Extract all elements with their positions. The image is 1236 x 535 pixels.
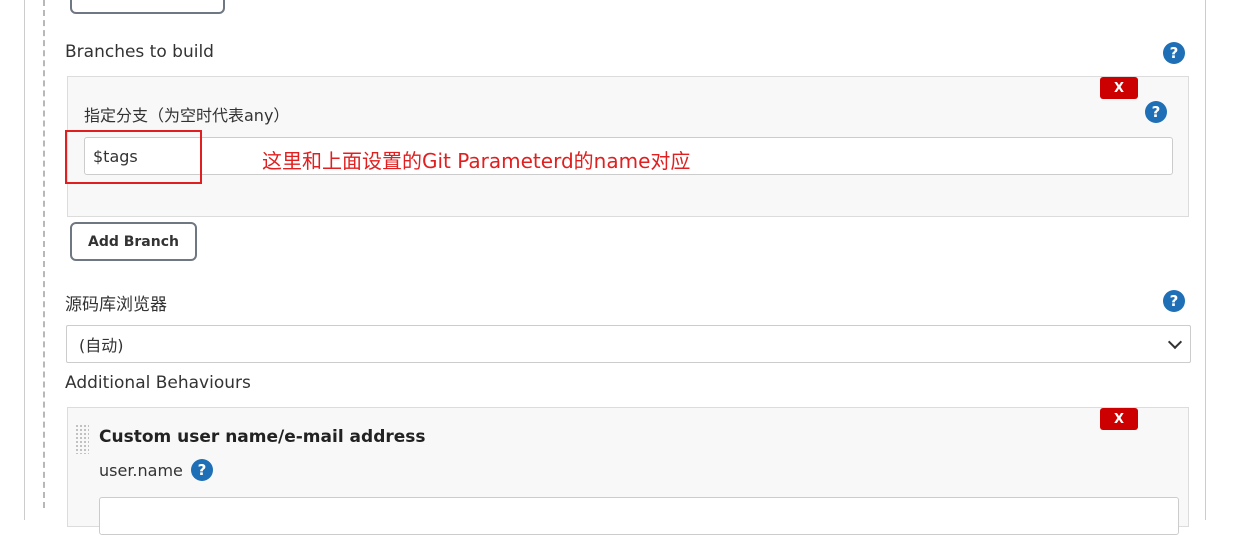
- repo-browser-select[interactable]: (自动): [66, 325, 1191, 363]
- help-icon[interactable]: ?: [1163, 290, 1185, 312]
- drag-handle-icon[interactable]: [75, 424, 89, 454]
- repo-browser-selected: (自动): [79, 336, 124, 355]
- add-branch-button[interactable]: Add Branch: [70, 222, 197, 261]
- branch-spec-label: 指定分支（为空时代表any）: [84, 106, 290, 125]
- help-icon[interactable]: ?: [1145, 101, 1167, 123]
- branches-title: Branches to build: [65, 42, 214, 62]
- additional-behaviours-title: Additional Behaviours: [65, 373, 251, 393]
- top-partial-button[interactable]: [70, 0, 225, 14]
- annotation-text: 这里和上面设置的Git Parameterd的name对应: [262, 149, 691, 173]
- user-name-label: user.name: [99, 461, 183, 480]
- help-icon[interactable]: ?: [1163, 42, 1185, 64]
- user-name-input[interactable]: [99, 497, 1179, 535]
- section-dashed-border: [43, 0, 45, 508]
- chevron-down-icon: [1167, 334, 1183, 350]
- delete-behaviour-button[interactable]: X: [1100, 408, 1138, 430]
- annotation-highlight-box: [65, 130, 202, 184]
- delete-branch-button[interactable]: X: [1100, 77, 1138, 99]
- repo-browser-title: 源码库浏览器: [65, 295, 167, 315]
- help-icon[interactable]: ?: [191, 459, 213, 481]
- behaviour-item-title: Custom user name/e-mail address: [99, 427, 426, 447]
